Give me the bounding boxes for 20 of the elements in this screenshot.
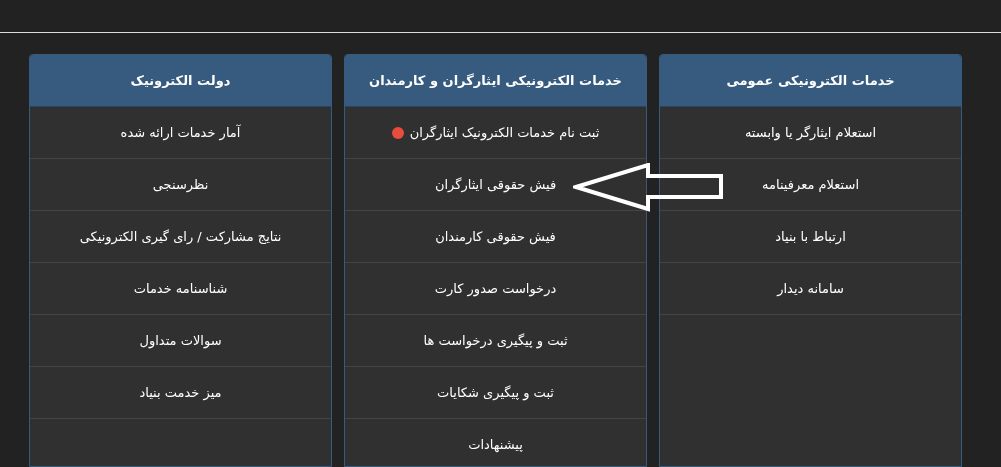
service-link[interactable]: میز خدمت بنیاد xyxy=(30,367,331,419)
service-link[interactable]: سوالات متداول xyxy=(30,315,331,367)
service-link[interactable]: نتایج مشارکت / رای گیری الکترونیکی xyxy=(30,211,331,263)
panel-title: دولت الکترونیک xyxy=(130,71,231,90)
service-link[interactable]: فیش حقوقی کارمندان xyxy=(345,211,646,263)
service-link[interactable]: درخواست صدور کارت xyxy=(345,263,646,315)
service-link[interactable]: شناسنامه خدمات xyxy=(30,263,331,315)
service-link[interactable]: ثبت و پیگیری شکایات xyxy=(345,367,646,419)
service-link[interactable]: فیش حقوقی ایثارگران xyxy=(345,159,646,211)
service-link[interactable]: استعلام ایثارگر یا وابسته xyxy=(660,107,961,159)
service-link[interactable]: ثبت و پیگیری درخواست ها xyxy=(345,315,646,367)
service-link[interactable]: ثبت نام خدمات الکترونیک ایثارگران xyxy=(345,107,646,159)
service-link[interactable]: آمار خدمات ارائه شده xyxy=(30,107,331,159)
panel-title: خدمات الکترونیکی ایثارگران و کارمندان xyxy=(369,71,622,90)
service-link[interactable]: سامانه دیدار xyxy=(660,263,961,315)
service-link[interactable]: نظرسنجی xyxy=(30,159,331,211)
service-link[interactable]: استعلام معرفینامه xyxy=(660,159,961,211)
service-link[interactable]: ارتباط با بنیاد xyxy=(660,211,961,263)
panel-title: خدمات الکترونیکی عمومی xyxy=(726,71,895,90)
service-link[interactable]: پیشنهادات xyxy=(345,419,646,467)
